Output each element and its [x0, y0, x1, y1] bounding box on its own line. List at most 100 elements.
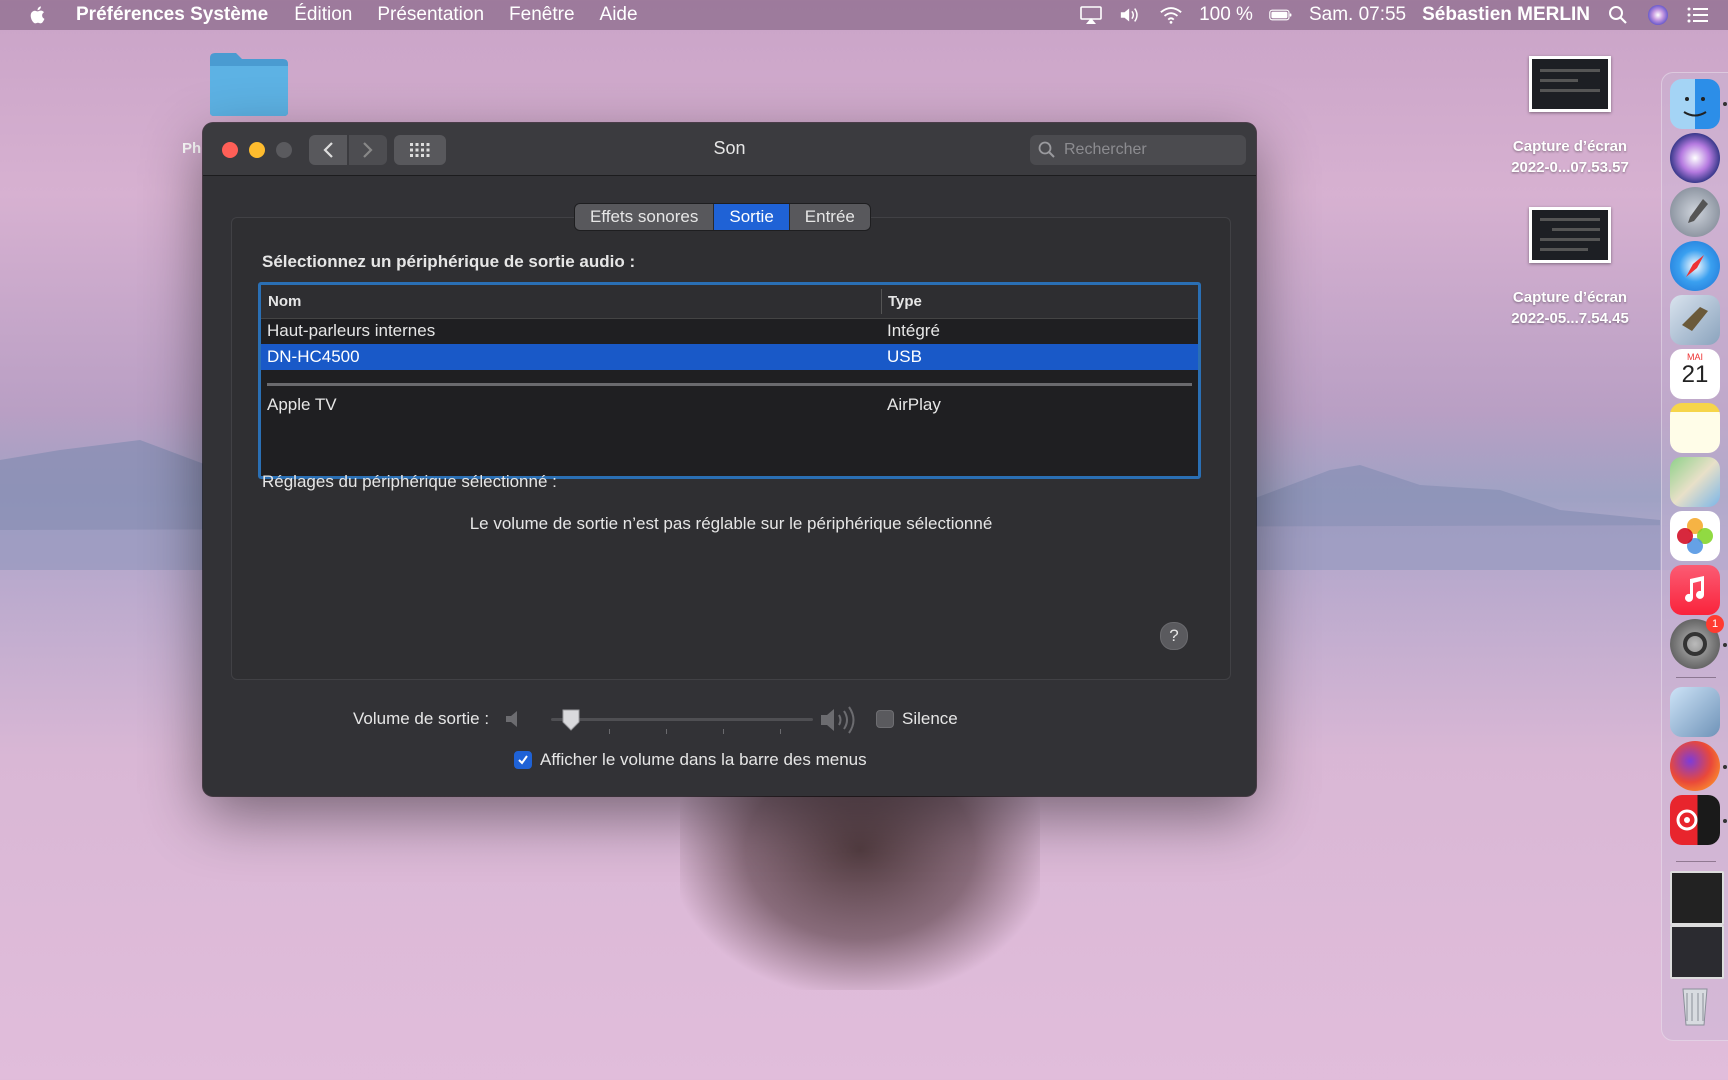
table-row[interactable]: Haut-parleurs internes Intégré — [261, 318, 1198, 344]
search-field[interactable] — [1030, 135, 1246, 165]
menu-edition[interactable]: Édition — [294, 4, 352, 26]
output-panel: Sélectionnez un périphérique de sortie a… — [231, 217, 1231, 680]
safari-icon[interactable] — [1670, 241, 1720, 291]
siri-menu-icon[interactable] — [1646, 5, 1670, 25]
slider-tick — [780, 729, 781, 734]
file-name-line2: 2022-0...07.53.57 — [1511, 159, 1629, 176]
slider-track — [551, 718, 813, 721]
silence-checkbox[interactable]: Silence — [876, 709, 958, 729]
desktop-folder-icon[interactable] — [208, 50, 290, 118]
desktop-file-screenshot-1[interactable]: Capture d’écran 2022-0...07.53.57 — [1495, 56, 1645, 178]
music-icon[interactable] — [1670, 565, 1720, 615]
running-indicator — [1723, 102, 1727, 106]
title-bar[interactable]: Son — [203, 123, 1256, 176]
rock-reflection — [680, 790, 1040, 990]
trash-icon[interactable] — [1670, 979, 1720, 1029]
slider-tick — [666, 729, 667, 734]
desktop-file-screenshot-2[interactable]: Capture d’écran 2022-05...7.54.45 — [1495, 207, 1645, 329]
wifi-icon[interactable] — [1159, 5, 1183, 25]
vinyls-icon[interactable] — [1670, 795, 1720, 845]
calendar-icon[interactable]: MAI 21 — [1670, 349, 1720, 399]
finder-icon[interactable] — [1670, 79, 1720, 129]
device-type: USB — [887, 347, 922, 366]
system-preferences-icon[interactable]: 1 — [1670, 615, 1724, 669]
output-volume-row: Volume de sortie : Silence — [203, 699, 1256, 739]
notification-badge: 1 — [1706, 615, 1724, 633]
device-type: AirPlay — [887, 395, 941, 414]
column-header-name[interactable]: Nom — [268, 293, 301, 310]
device-name: Haut-parleurs internes — [267, 321, 436, 340]
help-button[interactable]: ? — [1160, 622, 1188, 650]
firefox-icon[interactable] — [1670, 741, 1720, 791]
desktop-folder-label[interactable]: Ph — [182, 140, 201, 157]
select-device-label: Sélectionnez un périphérique de sortie a… — [262, 252, 636, 271]
slider-tick — [609, 729, 610, 734]
notes-icon[interactable] — [1670, 403, 1720, 453]
menu-presentation[interactable]: Présentation — [377, 4, 484, 26]
apple-menu-icon[interactable] — [28, 4, 48, 26]
screenshot-thumb-1[interactable] — [1670, 871, 1724, 925]
speaker-low-icon — [506, 711, 517, 727]
menu-bar: Préférences Système Édition Présentation… — [0, 0, 1728, 30]
tab-entree[interactable]: Entrée — [789, 204, 870, 230]
mail-icon[interactable] — [1670, 295, 1720, 345]
silence-label: Silence — [902, 709, 958, 728]
airplay-icon[interactable] — [1079, 5, 1103, 25]
checkbox-box[interactable] — [514, 751, 532, 769]
menu-clock[interactable]: Sam. 07:55 — [1309, 4, 1406, 26]
screenshot-thumbnail — [1529, 56, 1611, 112]
menu-app-name[interactable]: Préférences Système — [76, 4, 268, 26]
checkmark-icon — [518, 755, 528, 765]
photos-icon[interactable] — [1670, 511, 1720, 561]
battery-icon[interactable] — [1269, 5, 1293, 25]
notification-center-icon[interactable] — [1686, 5, 1710, 25]
screenshot-thumbnail — [1529, 207, 1611, 263]
checkbox-box[interactable] — [876, 710, 894, 728]
column-header-type[interactable]: Type — [888, 293, 922, 310]
menu-user-name[interactable]: Sébastien MERLIN — [1422, 4, 1590, 26]
launchpad-icon[interactable] — [1670, 187, 1720, 237]
output-volume-label: Volume de sortie : — [353, 709, 490, 728]
running-indicator — [1723, 643, 1727, 647]
table-row[interactable]: Apple TV AirPlay — [261, 392, 1198, 418]
file-name-line2: 2022-05...7.54.45 — [1511, 310, 1629, 327]
file-name-line1: Capture d’écran — [1512, 289, 1628, 306]
dock-separator — [1676, 677, 1716, 678]
running-indicator — [1723, 765, 1727, 769]
tab-bar: Effets sonores Sortie Entrée — [574, 203, 871, 231]
device-name: Apple TV — [267, 395, 337, 414]
slider-knob[interactable] — [561, 708, 581, 732]
battery-percent: 100 % — [1199, 4, 1253, 25]
search-input[interactable] — [1062, 140, 1246, 160]
volume-not-adjustable-message: Le volume de sortie n’est pas réglable s… — [469, 514, 993, 533]
dock-separator — [1676, 861, 1716, 862]
calendar-day: 21 — [1681, 361, 1709, 388]
table-separator — [267, 383, 1192, 386]
device-name: DN-HC4500 — [267, 347, 360, 366]
tab-sortie[interactable]: Sortie — [714, 204, 790, 230]
show-volume-label: Afficher le volume dans la barre des men… — [540, 750, 867, 769]
tab-effets-sonores[interactable]: Effets sonores — [575, 204, 715, 230]
device-settings-label: Réglages du périphérique sélectionné : — [262, 472, 557, 491]
volume-icon[interactable] — [1119, 5, 1143, 25]
maps-icon[interactable] — [1670, 457, 1720, 507]
table-row-selected[interactable]: DN-HC4500 USB — [261, 344, 1198, 370]
column-divider — [881, 289, 882, 314]
screenshot-thumb-2[interactable] — [1670, 925, 1724, 979]
dock: MAI 21 1 — [1661, 72, 1728, 1041]
speaker-high-icon — [821, 706, 855, 734]
device-type: Intégré — [887, 321, 940, 340]
output-device-table[interactable]: Nom Type Haut-parleurs internes Intégré … — [258, 282, 1201, 479]
spotlight-search-icon[interactable] — [1606, 5, 1630, 25]
siri-icon[interactable] — [1670, 133, 1720, 183]
menu-aide[interactable]: Aide — [600, 4, 638, 26]
show-volume-in-menu-bar-checkbox[interactable]: Afficher le volume dans la barre des men… — [514, 750, 867, 770]
preview-icon[interactable] — [1670, 687, 1720, 737]
output-volume-slider[interactable] — [551, 699, 813, 739]
search-icon — [1038, 141, 1055, 158]
file-name-line1: Capture d’écran — [1512, 138, 1628, 155]
menu-fenetre[interactable]: Fenêtre — [509, 4, 574, 26]
running-indicator — [1723, 819, 1727, 823]
table-header: Nom Type — [261, 285, 1198, 319]
sound-preferences-window: Son Effets sonores Sortie Entrée Sélecti… — [203, 123, 1256, 796]
